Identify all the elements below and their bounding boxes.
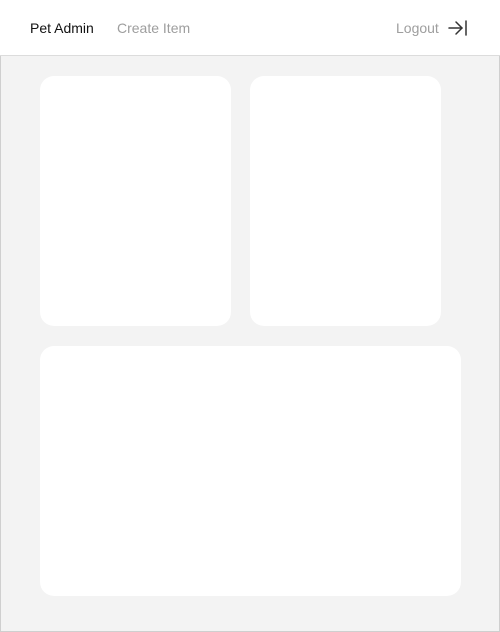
top-navigation-bar: Pet Admin Create Item Logout [0,0,500,56]
dashboard-card-top-left [40,76,231,326]
dashboard-card-wide [40,346,461,596]
app-brand-title[interactable]: Pet Admin [30,19,94,37]
dashboard-content-area [0,56,500,632]
logout-button[interactable]: Logout [396,17,472,39]
create-item-link[interactable]: Create Item [117,19,190,37]
logout-label: Logout [396,20,439,36]
dashboard-card-top-right [250,76,441,326]
logout-arrow-icon [448,20,467,36]
